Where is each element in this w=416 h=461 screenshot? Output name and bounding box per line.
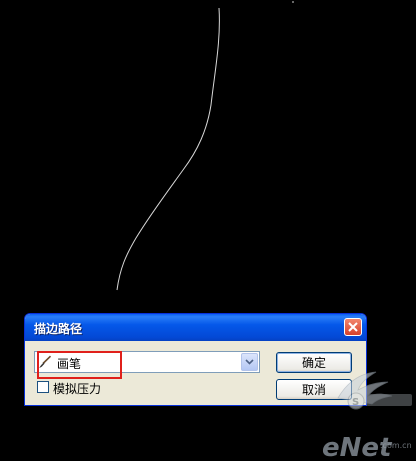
dropdown-button[interactable] bbox=[241, 353, 258, 371]
close-button[interactable] bbox=[344, 318, 362, 336]
work-path bbox=[116, 7, 220, 291]
dialog-titlebar[interactable]: 描边路径 bbox=[25, 314, 366, 341]
svg-text:.com.cn: .com.cn bbox=[380, 441, 412, 450]
chevron-down-icon bbox=[245, 359, 254, 365]
svg-text:S: S bbox=[352, 397, 359, 408]
brush-icon bbox=[39, 355, 52, 368]
enet-watermark-logo: S eNet .com.cn bbox=[322, 371, 412, 461]
simulate-pressure-label[interactable]: 模拟压力 bbox=[53, 380, 101, 397]
simulate-pressure-checkbox[interactable] bbox=[37, 381, 49, 393]
close-icon bbox=[348, 322, 358, 332]
tool-select-value: 画笔 bbox=[57, 357, 82, 371]
tool-select[interactable]: 画笔 bbox=[34, 351, 260, 373]
dialog-title: 描边路径 bbox=[34, 322, 83, 336]
path-endpoint bbox=[292, 1, 294, 3]
stroke-path-dialog: 描边路径 画笔 模拟压力 确定 取消 bbox=[24, 313, 367, 406]
